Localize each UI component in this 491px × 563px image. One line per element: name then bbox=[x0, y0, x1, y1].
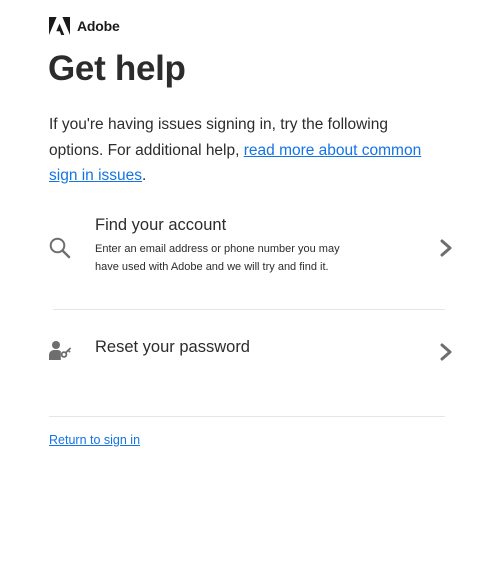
brand-name: Adobe bbox=[77, 18, 120, 34]
return-to-sign-in-link[interactable]: Return to sign in bbox=[49, 433, 140, 447]
brand-header: Adobe bbox=[49, 17, 120, 35]
footer-divider bbox=[49, 416, 445, 417]
adobe-logo-icon bbox=[49, 17, 70, 35]
option-divider bbox=[53, 309, 445, 310]
user-key-icon bbox=[49, 341, 71, 360]
get-help-page: Adobe Get help If you're having issues s… bbox=[0, 0, 491, 563]
page-title: Get help bbox=[48, 49, 186, 88]
chevron-right-icon bbox=[440, 239, 452, 257]
find-account-option[interactable]: Find your account Enter an email address… bbox=[49, 212, 453, 292]
chevron-right-icon bbox=[440, 343, 452, 361]
reset-password-option[interactable]: Reset your password bbox=[49, 334, 453, 374]
search-icon bbox=[49, 237, 71, 259]
reset-password-title: Reset your password bbox=[95, 338, 250, 356]
find-account-title: Find your account bbox=[95, 216, 227, 234]
intro-text: If you're having issues signing in, try … bbox=[49, 112, 444, 189]
find-account-description: Enter an email address or phone number y… bbox=[95, 243, 340, 273]
intro-text-after-link: . bbox=[142, 167, 147, 184]
